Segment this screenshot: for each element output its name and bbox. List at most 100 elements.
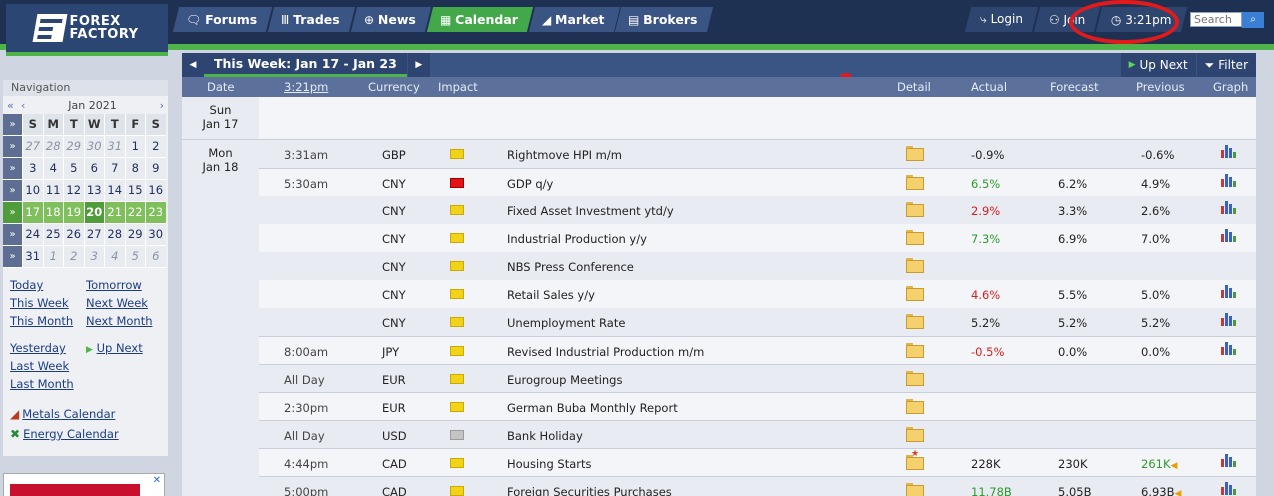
impact-red-icon[interactable] — [450, 178, 464, 188]
graph-icon[interactable] — [1221, 285, 1237, 298]
select-week-icon[interactable]: » — [3, 224, 22, 246]
impact-yellow-icon[interactable] — [450, 233, 464, 243]
calendar-day[interactable]: 3 — [22, 158, 43, 180]
detail-folder-icon[interactable] — [906, 314, 924, 329]
calendar-day[interactable]: 18 — [42, 202, 63, 224]
detail-folder-icon[interactable] — [906, 427, 924, 442]
calendar-day[interactable]: 19 — [63, 202, 84, 224]
calendar-day[interactable]: 13 — [83, 180, 104, 202]
link-up-next-wrap[interactable]: ▶ Up Next — [86, 341, 162, 359]
impact-yellow-icon[interactable] — [450, 402, 464, 412]
event-row[interactable]: CNY Retail Sales y/y 4.6% 5.5% 5.0% — [259, 280, 1256, 308]
event-name[interactable]: Foreign Securities Purchases — [507, 485, 672, 496]
forex-factory-logo[interactable]: FOREX FACTORY — [6, 4, 168, 56]
ad-close-icon[interactable]: ✕ — [153, 475, 161, 486]
event-row[interactable]: 4:44pm CAD Housing Starts ★ 228K 230K 261K◀ — [259, 448, 1256, 476]
advertisement[interactable]: ✕ — [3, 473, 165, 496]
calendar-day[interactable]: 31 — [22, 246, 43, 268]
detail-folder-icon[interactable] — [906, 286, 924, 301]
impact-gray-icon[interactable] — [450, 430, 464, 440]
link-last-month[interactable]: Last Month — [10, 377, 86, 395]
select-week-icon[interactable]: » — [3, 202, 22, 224]
detail-folder-icon[interactable] — [906, 175, 924, 190]
graph-icon[interactable] — [1221, 174, 1237, 187]
prev-year-icon[interactable]: « — [7, 99, 21, 112]
event-name[interactable]: Fixed Asset Investment ytd/y — [507, 204, 674, 218]
impact-yellow-icon[interactable] — [450, 458, 464, 468]
link-this-month[interactable]: This Month — [10, 314, 86, 332]
event-name[interactable]: Revised Industrial Production m/m — [507, 345, 704, 359]
impact-yellow-icon[interactable] — [450, 205, 464, 215]
calendar-day[interactable]: 29 — [124, 224, 145, 246]
impact-yellow-icon[interactable] — [450, 317, 464, 327]
calendar-day[interactable]: 6 — [145, 246, 166, 268]
calendar-day[interactable]: 7 — [104, 158, 125, 180]
graph-icon[interactable] — [1221, 313, 1237, 326]
detail-folder-icon[interactable] — [906, 202, 924, 217]
calendar-day[interactable]: 26 — [63, 224, 84, 246]
calendar-day[interactable]: 5 — [124, 246, 145, 268]
event-row[interactable]: 2:30pm EUR German Buba Monthly Report — [259, 392, 1256, 420]
link-tomorrow[interactable]: Tomorrow — [86, 278, 162, 296]
event-name[interactable]: Industrial Production y/y — [507, 232, 647, 246]
event-row[interactable]: All Day EUR Eurogroup Meetings — [259, 364, 1256, 392]
detail-folder-icon[interactable] — [906, 146, 924, 161]
select-week-icon[interactable]: » — [3, 158, 22, 180]
calendar-day[interactable]: 23 — [145, 202, 166, 224]
calendar-day[interactable]: 30 — [83, 136, 104, 158]
tab-calendar[interactable]: ▦ Calendar — [426, 7, 533, 32]
calendar-day[interactable]: 10 — [22, 180, 43, 202]
calendar-day[interactable]: 21 — [104, 202, 125, 224]
link-next-month[interactable]: Next Month — [86, 314, 162, 332]
col-time[interactable]: 3:21pm — [284, 80, 328, 94]
calendar-day[interactable]: 30 — [145, 224, 166, 246]
energy-calendar-link[interactable]: ✖ Energy Calendar — [10, 424, 168, 444]
detail-folder-icon[interactable] — [906, 371, 924, 386]
calendar-day[interactable]: 20 — [83, 202, 104, 224]
event-row[interactable]: 8:00am JPY Revised Industrial Production m… — [259, 336, 1256, 364]
event-row[interactable]: CNY NBS Press Conference — [259, 252, 1256, 280]
time-display[interactable]: ◷ 3:21pm — [1096, 7, 1188, 32]
calendar-day[interactable]: 25 — [42, 224, 63, 246]
calendar-day[interactable]: 11 — [42, 180, 63, 202]
detail-folder-icon[interactable] — [906, 483, 924, 496]
tab-brokers[interactable]: ▤ Brokers — [615, 7, 713, 32]
impact-yellow-icon[interactable] — [450, 374, 464, 384]
calendar-day[interactable]: 27 — [83, 224, 104, 246]
event-row[interactable]: CNY Industrial Production y/y 7.3% 6.9% 7.0% — [259, 224, 1256, 252]
impact-yellow-icon[interactable] — [450, 486, 464, 496]
metals-calendar-link[interactable]: ◢ Metals Calendar — [10, 404, 168, 424]
event-row[interactable]: 3:31am GBP Rightmove HPI m/m -0.9% -0.6% — [259, 140, 1256, 168]
graph-icon[interactable] — [1221, 482, 1237, 495]
detail-folder-icon[interactable] — [906, 230, 924, 245]
calendar-day[interactable]: 22 — [124, 202, 145, 224]
event-name[interactable]: Bank Holiday — [507, 429, 583, 443]
search-button[interactable]: ⌕ — [1242, 11, 1264, 28]
event-row[interactable]: CNY Fixed Asset Investment ytd/y 2.9% 3.3% 2… — [259, 196, 1256, 224]
impact-yellow-icon[interactable] — [450, 346, 464, 356]
next-week-button[interactable]: ▶ — [407, 53, 430, 77]
calendar-day[interactable]: 8 — [124, 158, 145, 180]
event-row[interactable]: CNY Unemployment Rate 5.2% 5.2% 5.2% — [259, 308, 1256, 336]
event-row[interactable]: 5:30am CNY GDP q/y 6.5% 6.2% 4.9% — [259, 168, 1256, 196]
graph-icon[interactable] — [1221, 342, 1237, 355]
next-month-icon[interactable]: › — [150, 99, 164, 112]
calendar-day[interactable]: 28 — [104, 224, 125, 246]
calendar-day[interactable]: 4 — [104, 246, 125, 268]
impact-yellow-icon[interactable] — [450, 261, 464, 271]
calendar-day[interactable]: 5 — [63, 158, 84, 180]
event-name[interactable]: Rightmove HPI m/m — [507, 148, 622, 162]
event-name[interactable]: NBS Press Conference — [507, 260, 634, 274]
tab-trades[interactable]: Ⅲ Trades — [268, 7, 356, 32]
graph-icon[interactable] — [1221, 145, 1237, 158]
link-last-week[interactable]: Last Week — [10, 359, 86, 377]
event-row[interactable]: 5:00pm CAD Foreign Securities Purchases 11.… — [259, 476, 1256, 496]
calendar-day[interactable]: 17 — [22, 202, 43, 224]
calendar-day[interactable]: 12 — [63, 180, 84, 202]
detail-folder-icon[interactable] — [906, 343, 924, 358]
link-next-week[interactable]: Next Week — [86, 296, 162, 314]
graph-icon[interactable] — [1221, 201, 1237, 214]
event-name[interactable]: GDP q/y — [507, 177, 553, 191]
calendar-day[interactable]: 28 — [42, 136, 63, 158]
up-next-button[interactable]: ▶ Up Next — [1120, 53, 1196, 77]
